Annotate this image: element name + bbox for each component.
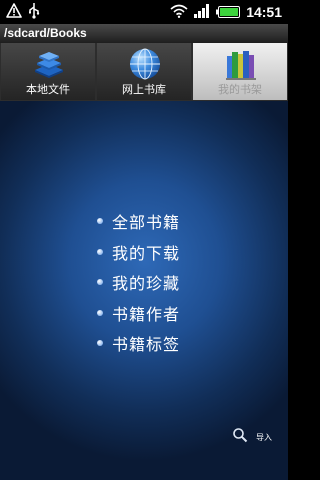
usb-icon	[28, 2, 40, 23]
tab-local-files[interactable]: 本地文件	[0, 43, 96, 101]
menu-item-label: 书籍作者	[112, 304, 181, 324]
bullet-icon	[97, 248, 103, 255]
clock: 14:51	[246, 4, 282, 20]
tab-my-bookshelf[interactable]: 我的书架	[192, 43, 288, 101]
status-bar: 14:51	[0, 0, 288, 24]
menu-item-my-favorites[interactable]: 我的珍藏	[97, 267, 180, 298]
menu-item-book-tags[interactable]: 书籍标签	[97, 328, 180, 359]
menu-item-label: 我的珍藏	[112, 274, 181, 294]
signal-icon	[194, 3, 210, 22]
warning-icon	[6, 2, 22, 22]
bullet-icon	[97, 279, 103, 286]
tab-label: 网上书库	[122, 83, 166, 96]
menu-item-label: 我的下载	[112, 243, 181, 263]
menu-item-label: 书籍标签	[112, 335, 181, 355]
menu-item-book-authors[interactable]: 书籍作者	[97, 298, 180, 329]
bullet-icon	[97, 340, 103, 347]
bullet-icon	[97, 309, 103, 316]
import-button[interactable]: 导入	[232, 427, 272, 447]
notification-icons	[6, 2, 40, 23]
import-label: 导入	[256, 432, 272, 442]
books-stack-icon	[31, 46, 67, 82]
menu-item-my-downloads[interactable]: 我的下载	[97, 237, 180, 268]
wifi-icon	[170, 3, 188, 22]
menu-item-label: 全部书籍	[112, 213, 181, 233]
menu-item-all-books[interactable]: 全部书籍	[97, 206, 180, 237]
tab-label: 本地文件	[26, 83, 70, 96]
bookshelf-icon	[223, 46, 259, 82]
bullet-icon	[97, 218, 103, 225]
current-path: /sdcard/Books	[0, 24, 288, 43]
tab-online-library[interactable]: 网上书库	[96, 43, 192, 101]
tab-label: 我的书架	[218, 83, 262, 96]
bookshelf-panel: 全部书籍 我的下载 我的珍藏 书籍作者 书籍标签 导入	[0, 101, 288, 480]
battery-icon	[216, 3, 241, 22]
tab-bar: 本地文件 网上书库 我的书架	[0, 43, 288, 101]
system-icons: 14:51	[170, 3, 282, 21]
search-icon	[232, 427, 248, 447]
bookshelf-menu: 全部书籍 我的下载 我的珍藏 书籍作者 书籍标签	[97, 206, 180, 359]
globe-icon	[127, 46, 163, 82]
